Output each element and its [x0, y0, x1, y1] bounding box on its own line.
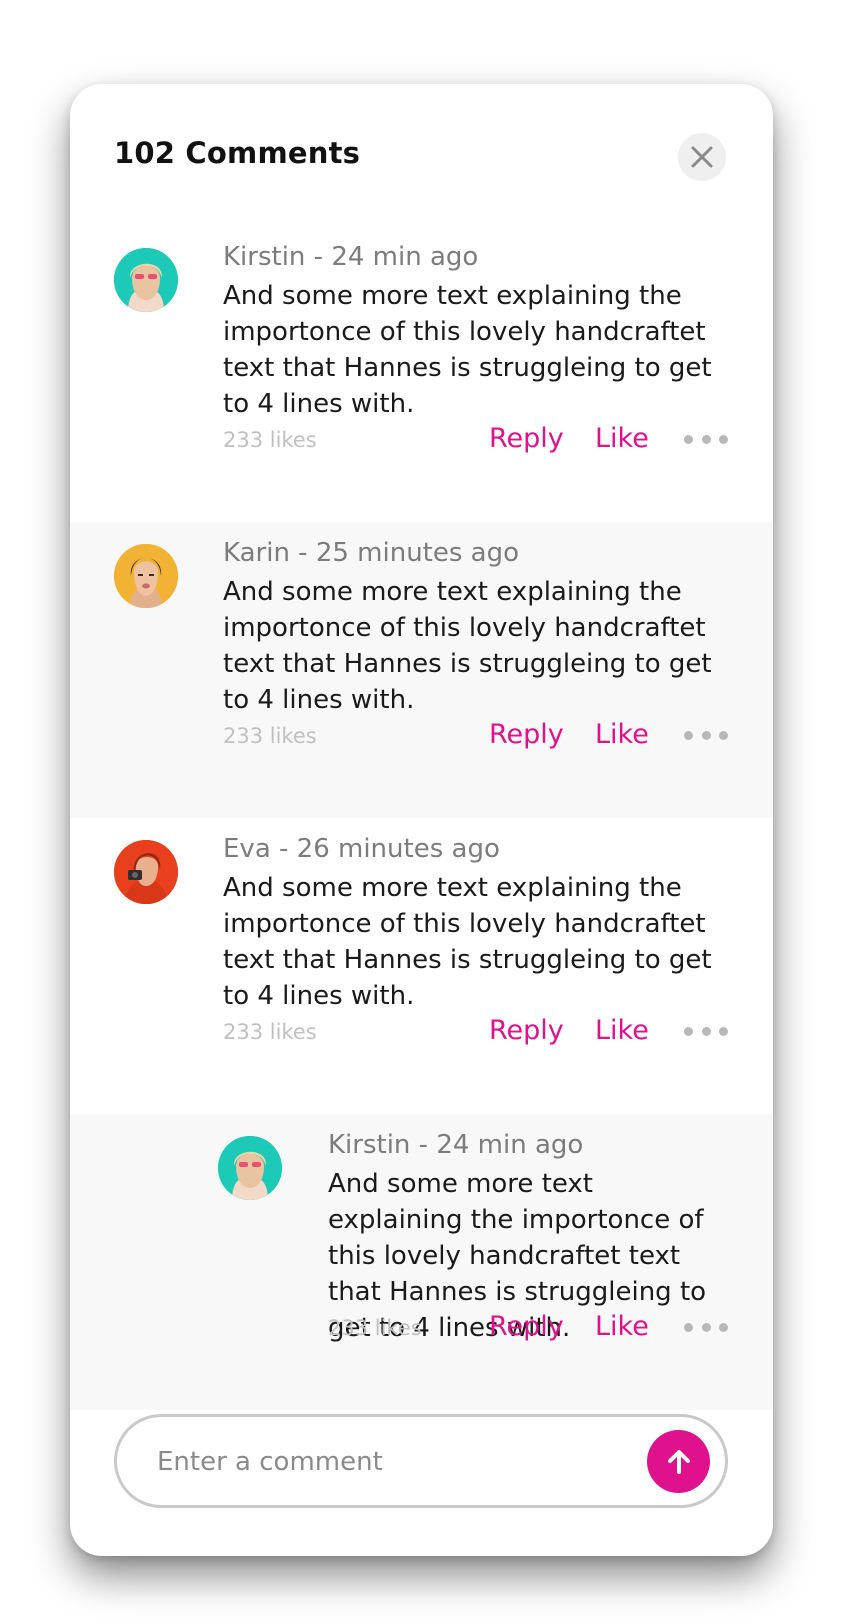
more-options-icon[interactable] — [684, 1321, 728, 1333]
avatar[interactable] — [114, 248, 178, 312]
avatar-image — [114, 544, 178, 608]
avatar[interactable] — [114, 544, 178, 608]
avatar-image — [218, 1136, 282, 1200]
comment-input[interactable] — [157, 1439, 617, 1485]
likes-count: 233 likes — [223, 724, 317, 748]
comment-item: Kirstin - 24 min ago And some more text … — [70, 226, 773, 522]
avatar-image — [114, 840, 178, 904]
avatar[interactable] — [218, 1136, 282, 1200]
comments-panel: 102 Comments Kirstin - 24 min ago And so… — [70, 84, 773, 1556]
more-options-icon[interactable] — [684, 729, 728, 741]
comment-text: And some more text explaining the import… — [223, 281, 712, 419]
avatar-image — [114, 248, 178, 312]
panel-header: 102 Comments — [70, 84, 773, 226]
arrow-up-icon — [667, 1449, 690, 1474]
comment-composer — [114, 1414, 728, 1508]
comment-text: And some more text explaining the import… — [223, 577, 712, 715]
reply-comment-item: Kirstin - 24 min ago And some more text … — [70, 1114, 773, 1410]
comment-item: Eva - 26 minutes ago And some more text … — [70, 818, 773, 1114]
send-button[interactable] — [647, 1430, 710, 1493]
comment-author-time: Karin - 25 minutes ago — [223, 538, 520, 568]
likes-count: 233 likes — [223, 428, 317, 452]
more-options-icon[interactable] — [684, 433, 728, 445]
avatar[interactable] — [114, 840, 178, 904]
reply-button[interactable]: Reply — [489, 1015, 564, 1046]
page-title: 102 Comments — [114, 136, 361, 170]
reply-button[interactable]: Reply — [489, 1311, 564, 1342]
comment-author-time: Kirstin - 24 min ago — [223, 242, 479, 272]
like-button[interactable]: Like — [595, 1311, 649, 1342]
like-button[interactable]: Like — [595, 423, 649, 454]
close-icon — [691, 146, 713, 168]
more-options-icon[interactable] — [684, 1025, 728, 1037]
likes-count: 233 likes — [328, 1316, 422, 1340]
reply-button[interactable]: Reply — [489, 719, 564, 750]
comment-author-time: Eva - 26 minutes ago — [223, 834, 500, 864]
reply-button[interactable]: Reply — [489, 423, 564, 454]
like-button[interactable]: Like — [595, 1015, 649, 1046]
likes-count: 233 likes — [223, 1020, 317, 1044]
comment-author-time: Kirstin - 24 min ago — [328, 1130, 584, 1160]
comment-text: And some more text explaining the import… — [223, 873, 712, 1011]
close-button[interactable] — [678, 133, 726, 181]
comment-item: Karin - 25 minutes ago And some more tex… — [70, 522, 773, 818]
like-button[interactable]: Like — [595, 719, 649, 750]
